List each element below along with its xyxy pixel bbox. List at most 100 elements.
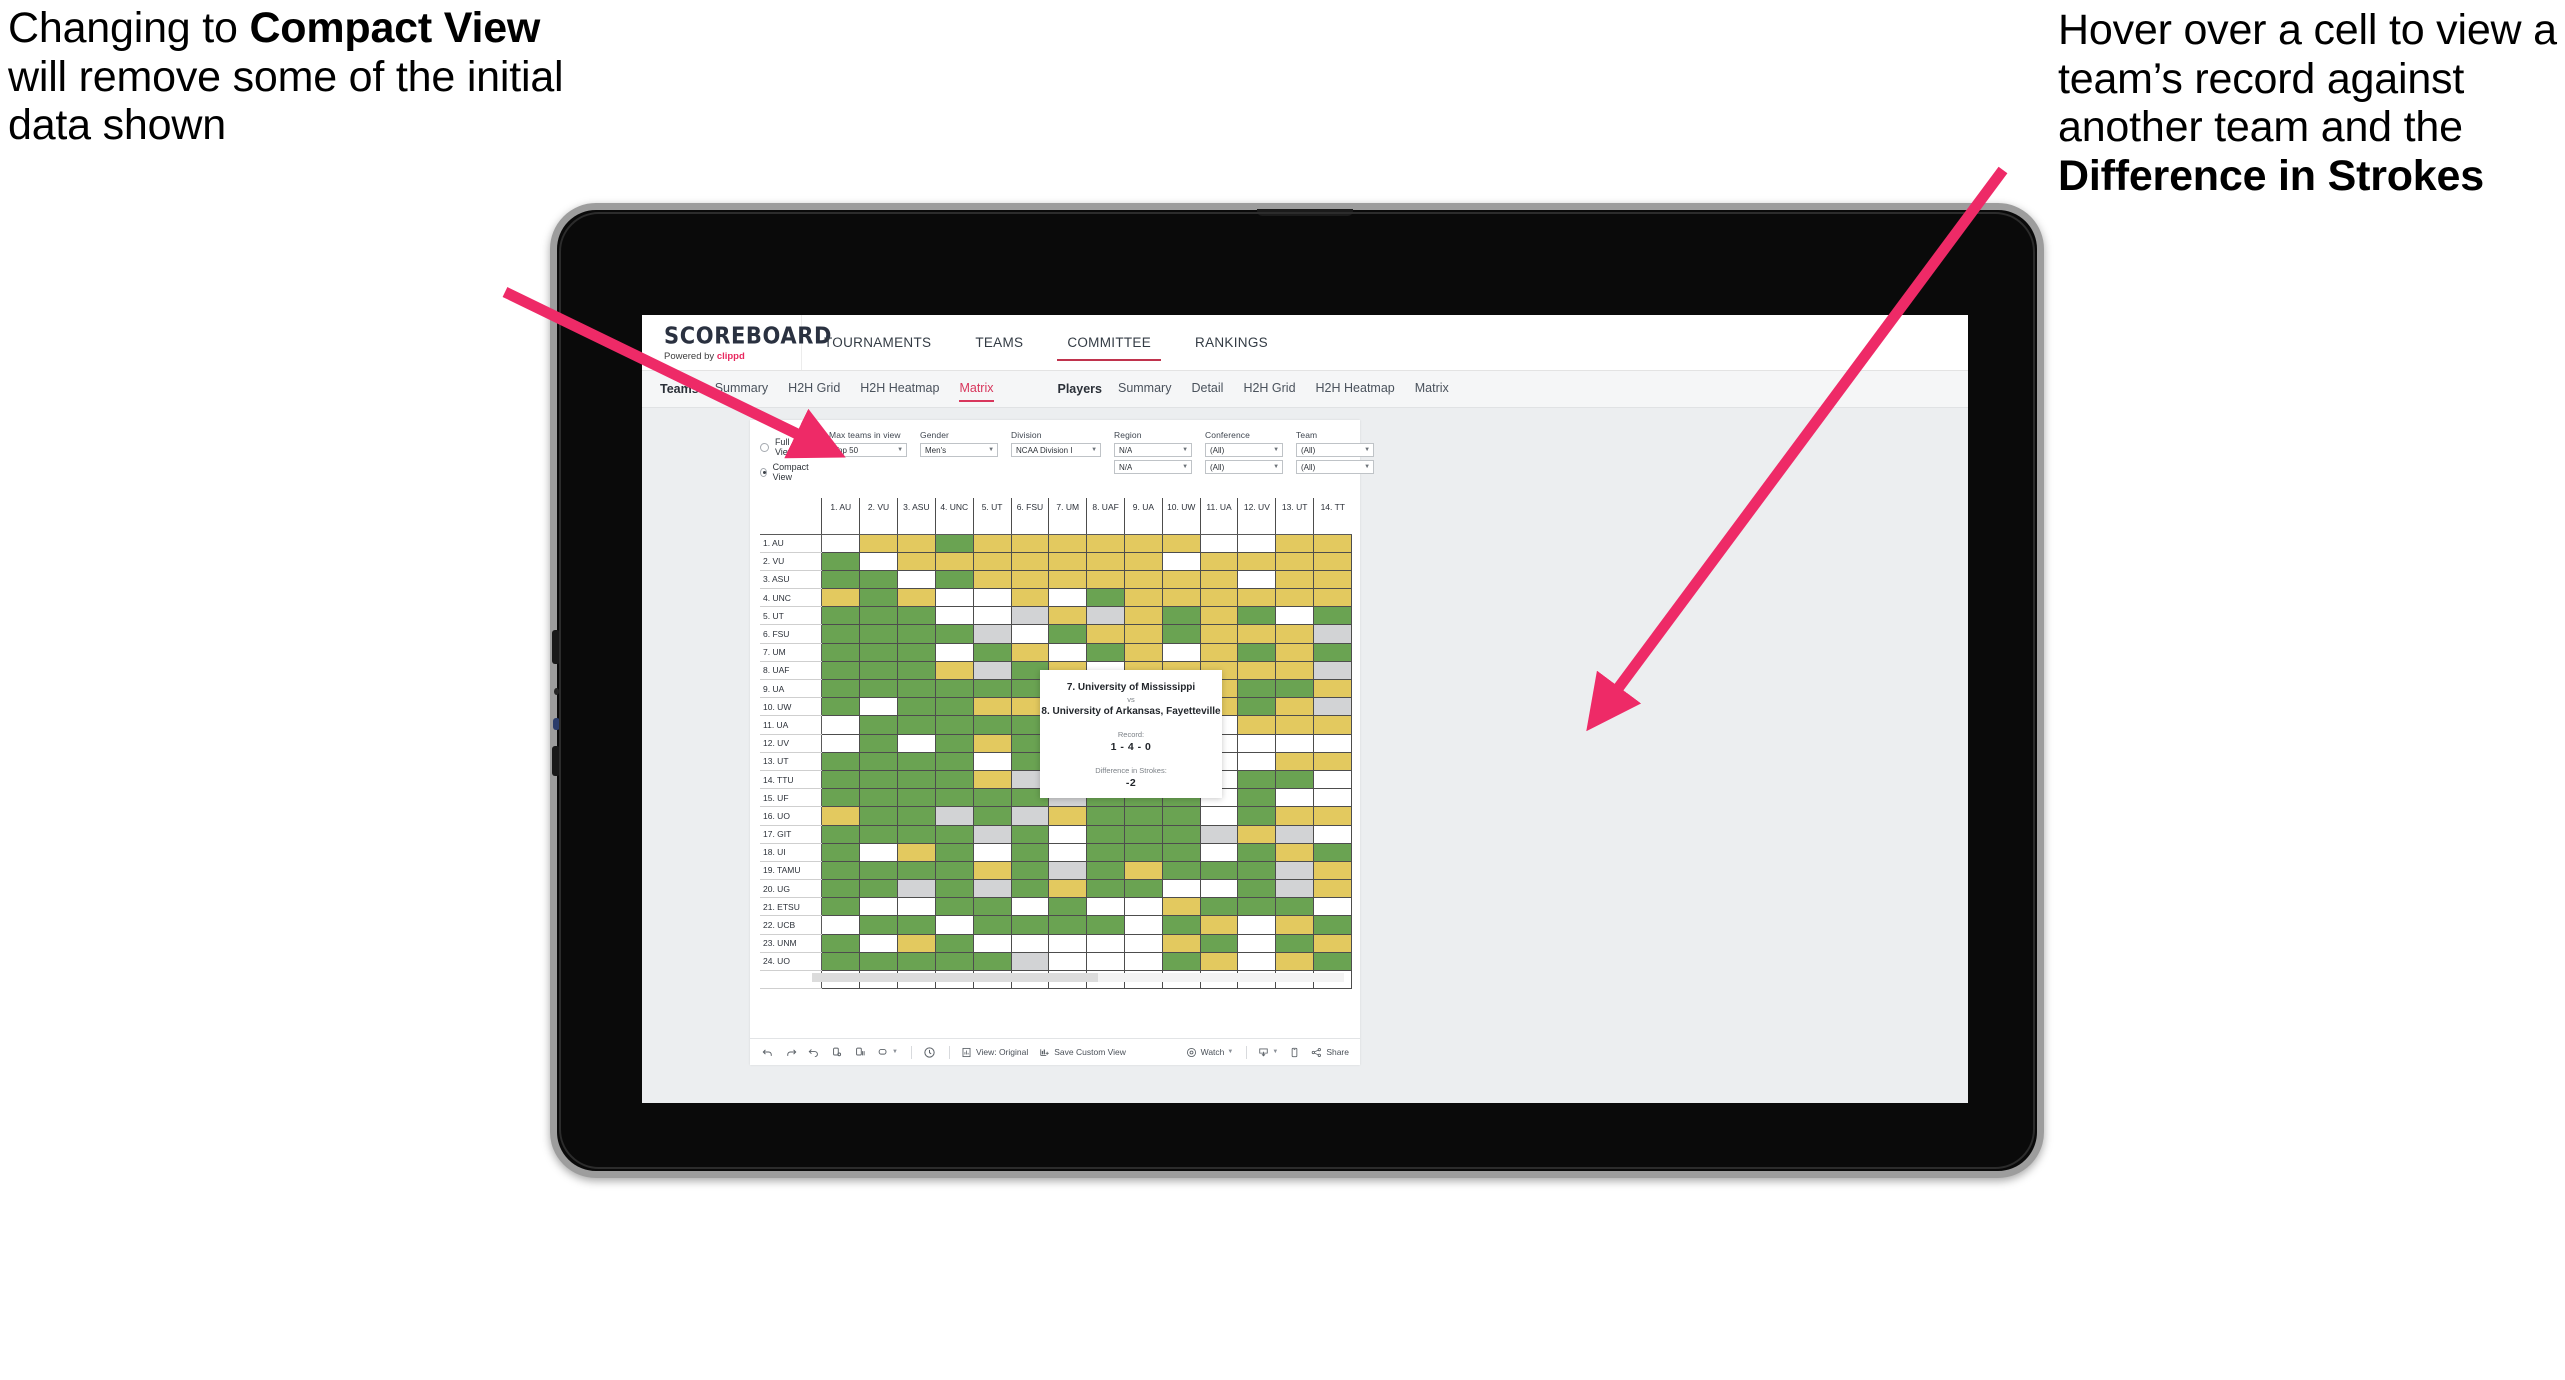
matrix-cell[interactable] xyxy=(1161,624,1201,644)
horizontal-scrollbar[interactable] xyxy=(812,973,1344,982)
matrix-cell[interactable] xyxy=(1161,551,1201,571)
matrix-cell[interactable] xyxy=(934,860,974,881)
horizontal-scrollbar-thumb[interactable] xyxy=(812,973,1098,982)
matrix-cell[interactable] xyxy=(1124,824,1163,844)
matrix-cell[interactable] xyxy=(1124,551,1163,571)
volume-up-button[interactable] xyxy=(552,630,560,664)
matrix-cell[interactable] xyxy=(972,751,1012,771)
matrix-cell[interactable] xyxy=(1086,915,1126,935)
matrix-cell[interactable] xyxy=(1237,788,1277,808)
matrix-cell[interactable] xyxy=(1275,842,1315,862)
matrix-cell[interactable] xyxy=(1275,533,1315,553)
matrix-cell[interactable] xyxy=(1313,624,1352,644)
matrix-cell[interactable] xyxy=(1237,533,1277,553)
matrix-cell[interactable] xyxy=(1086,533,1126,553)
nav-item-teams[interactable]: TEAMS xyxy=(953,315,1045,370)
matrix-cell[interactable] xyxy=(896,806,936,826)
matrix-cell[interactable] xyxy=(972,860,1012,881)
matrix-cell[interactable] xyxy=(1048,824,1088,844)
filter-conference-select-1[interactable]: (All) ▼ xyxy=(1205,443,1284,457)
matrix-cell[interactable] xyxy=(972,915,1012,935)
matrix-cell[interactable] xyxy=(859,915,898,935)
matrix-cell[interactable] xyxy=(934,733,974,753)
matrix-cell[interactable] xyxy=(896,879,936,899)
matrix-cell[interactable] xyxy=(1199,860,1239,881)
matrix-cell[interactable] xyxy=(1048,860,1088,881)
matrix-cell[interactable] xyxy=(972,642,1012,662)
matrix-cell[interactable] xyxy=(1086,606,1126,626)
matrix-cell[interactable] xyxy=(1237,860,1277,881)
matrix-cell[interactable] xyxy=(1048,533,1088,553)
matrix-cell[interactable] xyxy=(821,824,861,844)
matrix-cell[interactable] xyxy=(1161,879,1201,899)
matrix-cell[interactable] xyxy=(1237,897,1277,917)
matrix-cell[interactable] xyxy=(1275,824,1315,844)
matrix-cell[interactable] xyxy=(934,569,974,590)
chevron-down-icon[interactable]: ▼ xyxy=(892,1049,898,1055)
matrix-cell[interactable] xyxy=(1086,806,1126,826)
matrix-cell[interactable] xyxy=(934,751,974,771)
subtab-players-h2h-grid[interactable]: H2H Grid xyxy=(1243,381,1295,397)
matrix-cell[interactable] xyxy=(1275,897,1315,917)
matrix-cell[interactable] xyxy=(896,751,936,771)
matrix-cell[interactable] xyxy=(896,769,936,790)
matrix-cell[interactable] xyxy=(1237,751,1277,771)
matrix-cell[interactable] xyxy=(1199,824,1239,844)
matrix-cell[interactable] xyxy=(1275,569,1315,590)
matrix-cell[interactable] xyxy=(1199,624,1239,644)
matrix-cell[interactable] xyxy=(1199,569,1239,590)
matrix-cell[interactable] xyxy=(1161,569,1201,590)
save-custom-view-button[interactable]: Save Custom View xyxy=(1039,1047,1126,1058)
matrix-cell[interactable] xyxy=(1010,569,1050,590)
matrix-cell[interactable] xyxy=(1275,951,1315,972)
matrix-cell[interactable] xyxy=(934,897,974,917)
matrix-cell[interactable] xyxy=(1237,624,1277,644)
matrix-cell[interactable] xyxy=(934,769,974,790)
matrix-cell[interactable] xyxy=(1199,806,1239,826)
matrix-cell[interactable] xyxy=(934,588,974,608)
download-button[interactable]: ▼ xyxy=(1258,1047,1278,1058)
matrix-cell[interactable] xyxy=(1313,697,1352,717)
matrix-cell[interactable] xyxy=(1313,769,1352,790)
matrix-cell[interactable] xyxy=(1048,915,1088,935)
matrix-cell[interactable] xyxy=(821,624,861,644)
matrix-cell[interactable] xyxy=(972,733,1012,753)
matrix-cell[interactable] xyxy=(896,551,936,571)
matrix-cell[interactable] xyxy=(1237,588,1277,608)
matrix-cell[interactable] xyxy=(1237,606,1277,626)
matrix-cell[interactable] xyxy=(896,697,936,717)
matrix-cell[interactable] xyxy=(896,624,936,644)
radio-full-view-dot[interactable] xyxy=(760,442,769,452)
matrix-cell[interactable] xyxy=(1237,824,1277,844)
matrix-cell[interactable] xyxy=(1275,678,1315,699)
matrix-cell[interactable] xyxy=(1086,879,1126,899)
matrix-cell[interactable] xyxy=(972,788,1012,808)
matrix-cell[interactable] xyxy=(1313,824,1352,844)
matrix-cell[interactable] xyxy=(1275,588,1315,608)
matrix-cell[interactable] xyxy=(1313,842,1352,862)
filter-conference-select-2[interactable]: (All) ▼ xyxy=(1205,460,1284,474)
matrix-cell[interactable] xyxy=(821,551,861,571)
matrix-cell[interactable] xyxy=(1237,715,1277,735)
matrix-cell[interactable] xyxy=(896,715,936,735)
matrix-cell[interactable] xyxy=(1161,806,1201,826)
matrix-cell[interactable] xyxy=(821,569,861,590)
matrix-cell[interactable] xyxy=(1313,951,1352,972)
matrix-cell[interactable] xyxy=(1237,642,1277,662)
matrix-cell[interactable] xyxy=(1048,642,1088,662)
matrix-cell[interactable] xyxy=(1161,933,1201,953)
matrix-cell[interactable] xyxy=(1124,951,1163,972)
radio-full-view[interactable]: Full View xyxy=(760,437,811,457)
matrix-cell[interactable] xyxy=(821,915,861,935)
matrix-cell[interactable] xyxy=(859,860,898,881)
matrix-cell[interactable] xyxy=(1048,897,1088,917)
volume-down-button[interactable] xyxy=(552,746,560,776)
matrix-cell[interactable] xyxy=(1313,751,1352,771)
matrix-cell[interactable] xyxy=(1237,879,1277,899)
matrix-cell[interactable] xyxy=(934,842,974,862)
matrix-cell[interactable] xyxy=(972,624,1012,644)
matrix-cell[interactable] xyxy=(972,824,1012,844)
matrix-cell[interactable] xyxy=(859,624,898,644)
matrix-cell[interactable] xyxy=(1199,533,1239,553)
matrix-cell[interactable] xyxy=(1275,879,1315,899)
